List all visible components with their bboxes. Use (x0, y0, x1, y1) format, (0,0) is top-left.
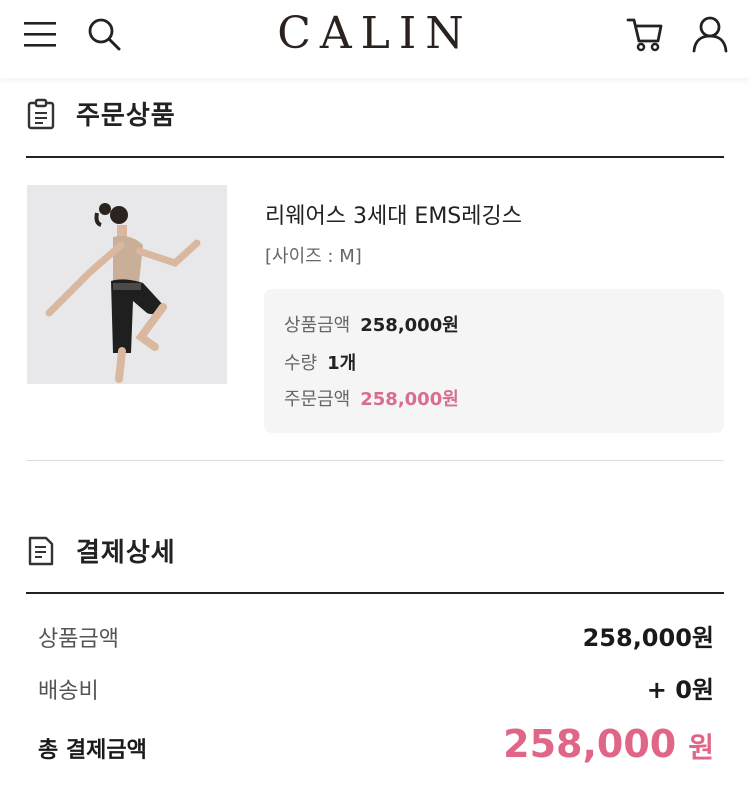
total-label: 총 결제금액 (38, 738, 147, 763)
total-amount: 258,000 (503, 722, 677, 766)
document-icon (28, 536, 54, 565)
product-price-box: 상품금액 258,000원 수량 1개 주문금액 258,000원 (264, 289, 724, 433)
product-thumbnail[interactable] (27, 185, 227, 384)
order-amount-label: 주문금액 (284, 389, 351, 410)
shipping-value: + 0원 (646, 676, 714, 704)
order-section-header: 주문상품 (26, 95, 176, 132)
cart-icon[interactable] (625, 14, 665, 54)
subtotal-label: 상품금액 (38, 627, 119, 652)
payment-section-title: 결제상세 (76, 538, 176, 568)
product-option: [사이즈 : M] (265, 246, 362, 267)
price-label: 상품금액 (284, 315, 351, 336)
order-amount-value: 258,000원 (360, 389, 459, 410)
product-name[interactable]: 리웨어스 3세대 EMS레깅스 (265, 198, 522, 230)
price-row: 상품금액 258,000원 (284, 311, 459, 337)
order-section-title: 주문상품 (76, 101, 176, 131)
subtotal-value: 258,000원 (582, 624, 714, 652)
quantity-label: 수량 (284, 353, 318, 374)
clipboard-icon (27, 98, 55, 129)
user-icon[interactable] (690, 14, 730, 54)
quantity-value: 1개 (327, 353, 357, 374)
payment-section-header: 결제상세 (26, 532, 176, 569)
order-amount-row: 주문금액 258,000원 (284, 385, 459, 411)
top-header: CALIN (0, 0, 750, 78)
total-value: 258,000 원 (503, 722, 714, 766)
total-row: 총 결제금액 258,000 원 (38, 722, 714, 766)
shipping-row: 배송비 + 0원 (38, 670, 714, 705)
total-unit: 원 (688, 731, 714, 764)
product-divider (26, 460, 724, 461)
shipping-label: 배송비 (38, 679, 99, 704)
price-value: 258,000원 (360, 315, 459, 336)
payment-section-divider (26, 592, 724, 594)
quantity-row: 수량 1개 (284, 349, 356, 375)
order-section-divider (26, 156, 724, 158)
subtotal-row: 상품금액 258,000원 (38, 618, 714, 653)
